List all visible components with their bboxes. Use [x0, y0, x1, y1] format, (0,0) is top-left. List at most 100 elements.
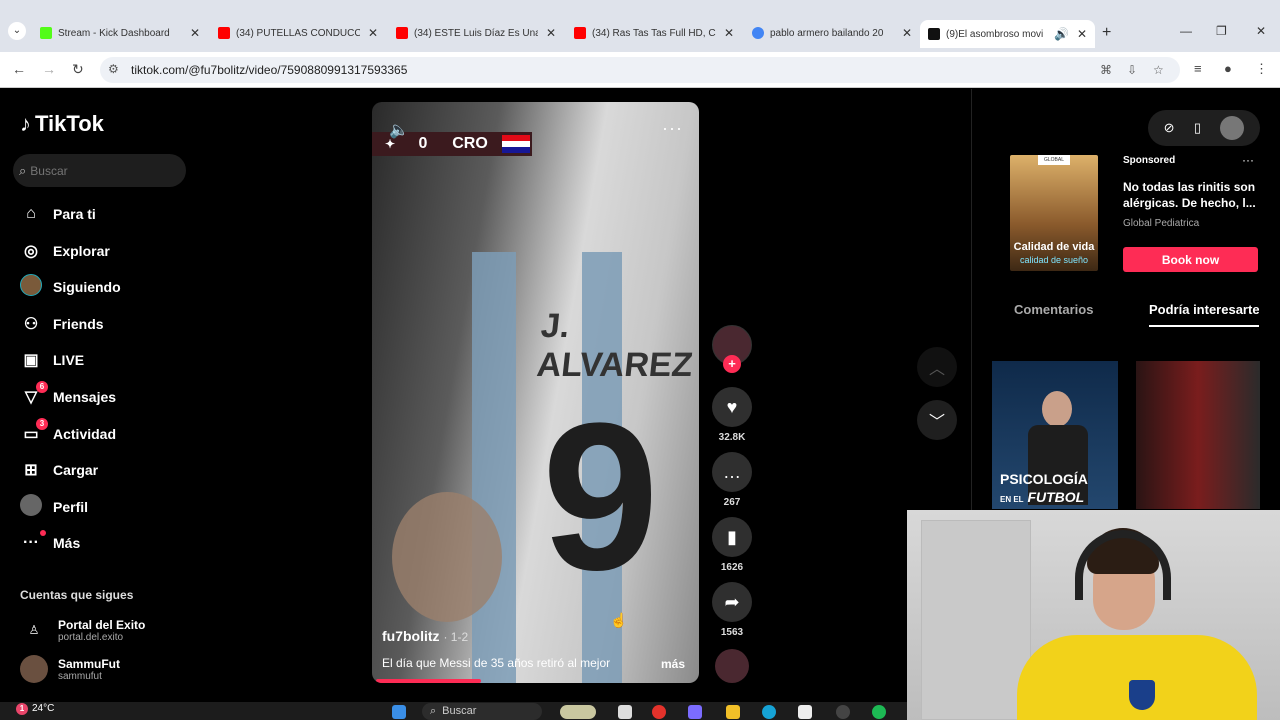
live-icon: ▣ — [23, 352, 39, 369]
thumbnail-subtitle: EN EL FUTBOL — [1000, 489, 1085, 505]
compass-icon: ◎ — [24, 243, 38, 260]
comment-icon: … — [712, 452, 752, 492]
save-button[interactable]: ▮ 1626 — [711, 517, 753, 573]
taskbar-search[interactable]: ⌕ Buscar — [422, 703, 542, 720]
thumbnail-person — [1042, 391, 1072, 427]
tab-podria-interesarte[interactable]: Podría interesarte — [1149, 302, 1259, 317]
webcam-overlay — [907, 510, 1280, 720]
previous-video-button[interactable]: ︿ — [917, 347, 957, 387]
kick-favicon — [40, 27, 52, 39]
close-tab-icon[interactable]: ✕ — [546, 26, 556, 40]
user-avatar[interactable] — [1220, 116, 1245, 140]
video-player[interactable]: J. ALVAREZ 9 ✦ 0 CRO 🔈 ··· fu7bolitz · 1… — [372, 102, 699, 683]
messages-icon: ▽ 6 — [20, 381, 48, 407]
activity-icon: ▭ 3 — [20, 418, 48, 444]
phone-icon[interactable]: ▯ — [1194, 120, 1201, 136]
install-app-icon[interactable]: ⇩ — [1127, 63, 1137, 77]
nav-mas[interactable]: ··· Más — [20, 530, 80, 555]
share-button[interactable]: ➦ 1563 — [711, 582, 753, 638]
mouse-cursor-icon: ☝ — [610, 612, 628, 628]
following-account[interactable]: SammuFut sammufut — [20, 655, 120, 683]
close-tab-icon[interactable]: ✕ — [1077, 27, 1087, 41]
chrome-icon[interactable] — [652, 705, 666, 719]
close-tab-icon[interactable]: ✕ — [724, 26, 734, 40]
account-avatar — [20, 655, 48, 683]
close-tab-icon[interactable]: ✕ — [902, 26, 912, 40]
weather-widget[interactable]: 1 24°C — [16, 703, 54, 715]
browser-tab[interactable]: (34) ESTE Luis Díaz Es Una ✕ — [396, 22, 556, 44]
task-view-icon[interactable] — [618, 705, 632, 719]
nav-mensajes[interactable]: ▽ 6 Mensajes — [20, 381, 116, 409]
profile-icon[interactable]: ● — [1224, 61, 1232, 76]
close-window-button[interactable]: ✕ — [1256, 24, 1266, 38]
store-icon[interactable] — [798, 705, 812, 719]
description-more-button[interactable]: más — [661, 657, 685, 671]
nav-cargar[interactable]: ⊞ Cargar — [20, 458, 98, 482]
edge-icon[interactable] — [762, 705, 776, 719]
file-explorer-icon[interactable] — [726, 705, 740, 719]
browser-tab[interactable]: (34) PUTELLAS CONDUCCI ✕ — [218, 22, 378, 44]
browser-tab[interactable]: Stream - Kick Dashboard ✕ — [40, 22, 200, 44]
app-icon[interactable] — [836, 705, 850, 719]
player-face — [392, 492, 502, 622]
nav-live[interactable]: ▣ LIVE — [20, 348, 84, 372]
spotify-icon[interactable] — [872, 705, 886, 719]
compass-icon[interactable]: ⊘ — [1164, 120, 1175, 136]
new-tab-button[interactable]: + — [1102, 24, 1111, 42]
back-button[interactable]: ← — [12, 61, 26, 77]
following-account[interactable]: ♙ Portal del Exito portal.del.exito — [20, 616, 145, 644]
close-tab-icon[interactable]: ✕ — [190, 26, 200, 40]
book-now-button[interactable]: Book now — [1123, 247, 1258, 272]
volume-icon[interactable]: 🔈 — [389, 120, 409, 140]
address-bar[interactable]: ⚙ tiktok.com/@fu7bolitz/video/7590880991… — [100, 57, 1180, 83]
browser-tab[interactable]: (34) Ras Tas Tas Full HD, Ca ✕ — [574, 22, 734, 44]
upload-icon: ⊞ — [24, 462, 38, 479]
speaker-icon[interactable]: 🔊 — [1054, 27, 1069, 41]
minimize-button[interactable]: — — [1180, 24, 1192, 38]
search-input[interactable] — [30, 163, 171, 178]
nav-para-ti[interactable]: ⌂ Para ti — [20, 202, 96, 226]
reload-button[interactable]: ↻ — [72, 61, 84, 78]
translate-icon[interactable]: ⌘ — [1100, 63, 1112, 77]
nav-friends[interactable]: ⚇ Friends — [20, 312, 104, 336]
ad-text[interactable]: No todas las rinitis son alérgicas. De h… — [1123, 179, 1263, 211]
tab-search-button[interactable]: ⌄ — [8, 22, 26, 40]
widget-icon[interactable] — [560, 705, 596, 719]
ad-brand: Global Pediatrica — [1123, 218, 1200, 229]
nav-actividad[interactable]: ▭ 3 Actividad — [20, 418, 116, 446]
comment-button[interactable]: … 267 — [711, 452, 753, 508]
next-video-button[interactable]: ﹀ — [917, 400, 957, 440]
video-more-icon[interactable]: ··· — [662, 118, 683, 139]
suggested-video-thumbnail[interactable] — [1136, 361, 1260, 509]
follow-plus-button[interactable]: + — [723, 355, 741, 373]
site-info-icon[interactable]: ⚙ — [108, 62, 119, 76]
copilot-icon[interactable] — [688, 705, 702, 719]
forward-button[interactable]: → — [42, 61, 56, 77]
nav-perfil[interactable]: Perfil — [20, 493, 88, 519]
ad-more-icon[interactable]: ··· — [1242, 153, 1254, 167]
media-control-icon[interactable]: ≡ — [1194, 61, 1202, 76]
sound-avatar[interactable] — [715, 649, 749, 683]
tab-comentarios[interactable]: Comentarios — [1014, 302, 1093, 317]
close-tab-icon[interactable]: ✕ — [368, 26, 378, 40]
google-favicon — [752, 27, 764, 39]
bookmark-icon: ▮ — [712, 517, 752, 557]
ad-image[interactable]: GLOBAL Calidad de vida calidad de sueño — [1010, 155, 1098, 271]
nav-siguiendo[interactable]: Siguiendo — [20, 273, 121, 299]
suggested-video-thumbnail[interactable]: PSICOLOGÍA EN EL FUTBOL — [992, 361, 1118, 509]
nav-explorar[interactable]: ◎ Explorar — [20, 239, 110, 263]
browser-menu-icon[interactable]: ⋮ — [1255, 61, 1268, 77]
url-text[interactable]: tiktok.com/@fu7bolitz/video/759088099131… — [131, 63, 407, 77]
video-author[interactable]: fu7bolitz · 1-2 — [382, 628, 468, 644]
browser-tab-active[interactable]: (9)El asombroso movi 🔊 ✕ — [920, 20, 1096, 48]
friends-icon: ⚇ — [23, 316, 39, 333]
restore-button[interactable]: ❐ — [1216, 24, 1227, 38]
bookmark-star-icon[interactable]: ☆ — [1153, 63, 1164, 77]
tiktok-logo[interactable]: ♪ TikTok — [20, 111, 104, 137]
search-box[interactable]: ⌕ — [13, 154, 186, 187]
browser-tab[interactable]: pablo armero bailando 20 ✕ — [752, 22, 912, 44]
browser-tab-bar: ⌄ Stream - Kick Dashboard ✕ (34) PUTELLA… — [0, 0, 1280, 52]
windows-start-icon[interactable] — [392, 705, 406, 719]
video-progress-bar[interactable] — [376, 679, 481, 683]
like-button[interactable]: ♥ 32.8K — [711, 387, 753, 443]
